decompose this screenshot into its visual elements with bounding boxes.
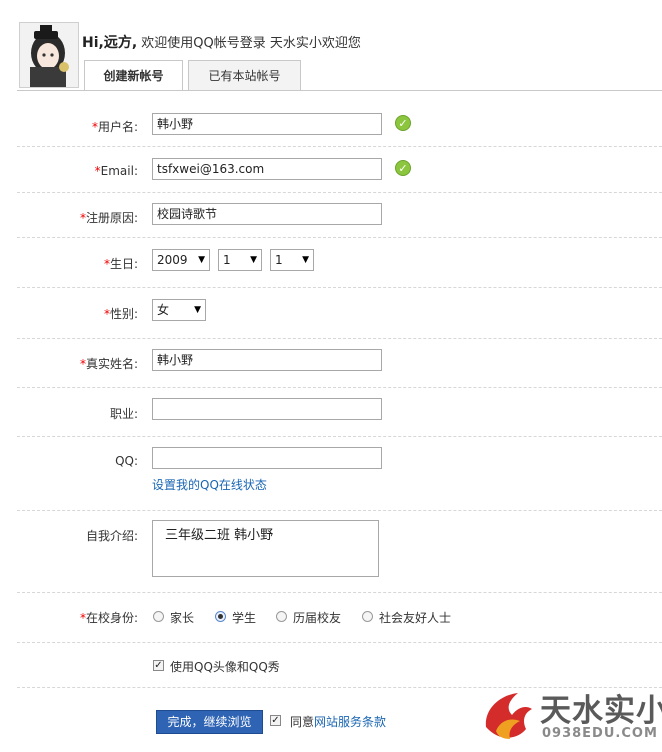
username-label: *用户名:	[91, 120, 138, 134]
logo-subtitle: 0938EDU.COM	[542, 726, 658, 741]
terms-link[interactable]: 网站服务条款	[314, 715, 386, 729]
submit-button[interactable]: 完成，继续浏览	[156, 710, 263, 734]
divider	[17, 192, 662, 193]
identity-radio-parent[interactable]	[153, 611, 164, 622]
dropdown-arrow-icon: ▼	[194, 305, 201, 315]
reason-input[interactable]: 校园诗歌节	[152, 203, 382, 225]
identity-radio-alumni[interactable]	[276, 611, 287, 622]
intro-label: 自我介绍:	[85, 529, 138, 543]
gender-select[interactable]: 女 ▼	[152, 299, 206, 321]
divider	[17, 642, 662, 643]
qq-label: QQ:	[115, 454, 138, 468]
identity-radio-friend[interactable]	[362, 611, 373, 622]
logo-flame-icon	[485, 693, 532, 739]
identity-option-label: 社会友好人士	[379, 611, 452, 625]
reason-label: *注册原因:	[79, 211, 138, 225]
divider	[17, 287, 662, 288]
greeting-text: 欢迎使用QQ帐号登录 天水实小欢迎您	[141, 36, 361, 51]
divider	[17, 510, 662, 511]
divider	[17, 387, 662, 388]
job-label: 职业:	[109, 407, 138, 421]
use-avatar-checkbox[interactable]: ✓	[153, 660, 164, 671]
birth-day-select[interactable]: 1 ▼	[270, 249, 314, 271]
greeting-hi: Hi,远方,	[82, 35, 138, 51]
email-input[interactable]: tsfxwei@163.com	[152, 158, 382, 180]
divider	[17, 146, 662, 147]
site-logo: 天水实小 0938EDU.COM	[478, 683, 662, 752]
identity-option-label: 历届校友	[293, 611, 342, 625]
dropdown-arrow-icon: ▼	[250, 255, 257, 265]
tab-create-account[interactable]: 创建新帐号	[84, 60, 183, 91]
identity-option-label: 家长	[170, 611, 195, 625]
email-label: *Email:	[94, 164, 138, 178]
avatar	[19, 22, 79, 88]
check-ok-icon: ✓	[395, 160, 411, 176]
identity-radio-student[interactable]	[215, 611, 226, 622]
identity-label: *在校身份:	[79, 611, 138, 625]
birth-year-select[interactable]: 2009 ▼	[152, 249, 210, 271]
greeting: Hi,远方, 欢迎使用QQ帐号登录 天水实小欢迎您	[82, 32, 361, 52]
tab-existing-account[interactable]: 已有本站帐号	[188, 60, 301, 91]
divider	[17, 338, 662, 339]
username-input[interactable]: 韩小野	[152, 113, 382, 135]
dropdown-arrow-icon: ▼	[302, 255, 309, 265]
tab-divider	[17, 90, 662, 91]
intro-textarea[interactable]: 三年级二班 韩小野	[152, 520, 379, 577]
qq-status-link[interactable]: 设置我的QQ在线状态	[152, 476, 267, 493]
birth-month-select[interactable]: 1 ▼	[218, 249, 262, 271]
divider	[17, 592, 662, 593]
realname-input[interactable]: 韩小野	[152, 349, 382, 371]
identity-option-label: 学生	[232, 611, 257, 625]
logo-title: 天水实小	[540, 693, 662, 729]
divider	[17, 436, 662, 437]
dropdown-arrow-icon: ▼	[198, 255, 205, 265]
qq-input[interactable]	[152, 447, 382, 469]
agree-checkbox[interactable]: ✓	[270, 715, 281, 726]
agree-label: 同意网站服务条款	[290, 715, 387, 729]
birthday-label: *生日:	[103, 257, 138, 271]
job-input[interactable]	[152, 398, 382, 420]
check-ok-icon: ✓	[395, 115, 411, 131]
gender-label: *性别:	[103, 307, 138, 321]
realname-label: *真实姓名:	[79, 357, 138, 371]
use-avatar-label: 使用QQ头像和QQ秀	[170, 660, 280, 674]
divider	[17, 237, 662, 238]
